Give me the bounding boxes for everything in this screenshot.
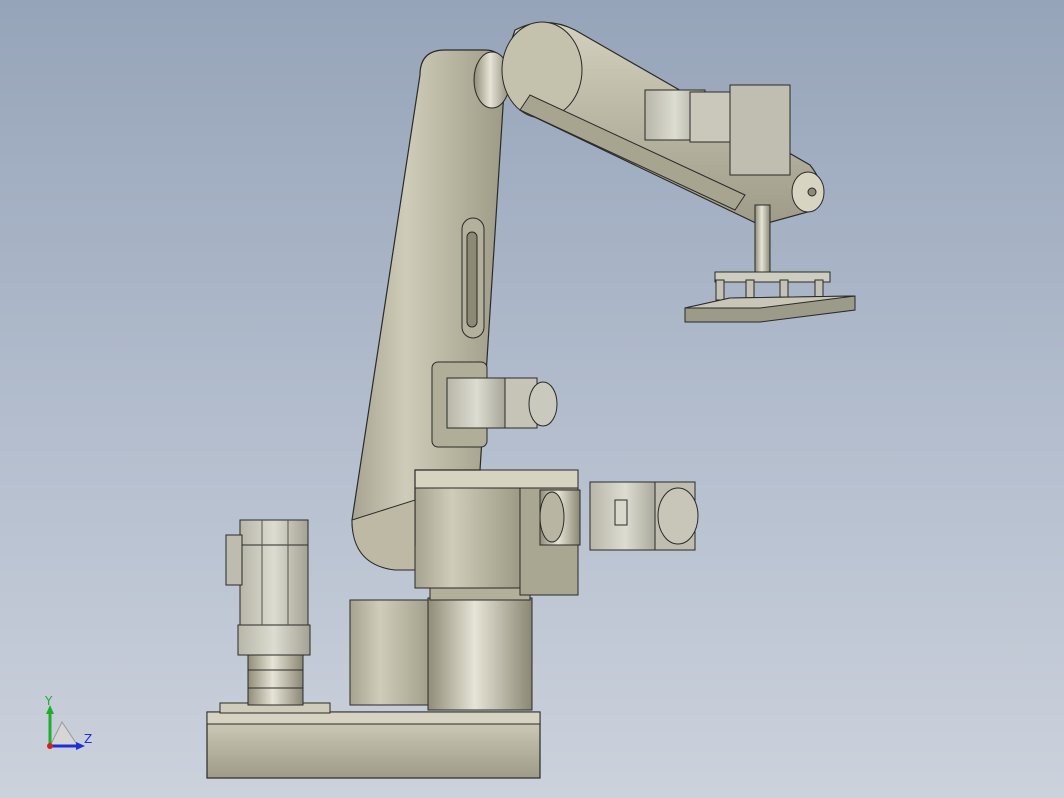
coordinate-triad: Y Z: [38, 694, 108, 760]
shoulder-motor[interactable]: [539, 481, 699, 551]
base-plate[interactable]: [206, 702, 541, 779]
base-pedestal[interactable]: [349, 584, 533, 711]
robot-arm-model[interactable]: [0, 0, 1064, 798]
cad-graphics-viewport[interactable]: Y Z: [0, 0, 1064, 798]
base-motor-left[interactable]: [225, 519, 311, 706]
end-effector[interactable]: [684, 204, 856, 323]
axis-y-label: Y: [45, 694, 53, 708]
axis-z-label: Z: [84, 732, 93, 746]
elbow-motor[interactable]: [431, 361, 558, 448]
axis-triad-icon: [46, 705, 85, 750]
